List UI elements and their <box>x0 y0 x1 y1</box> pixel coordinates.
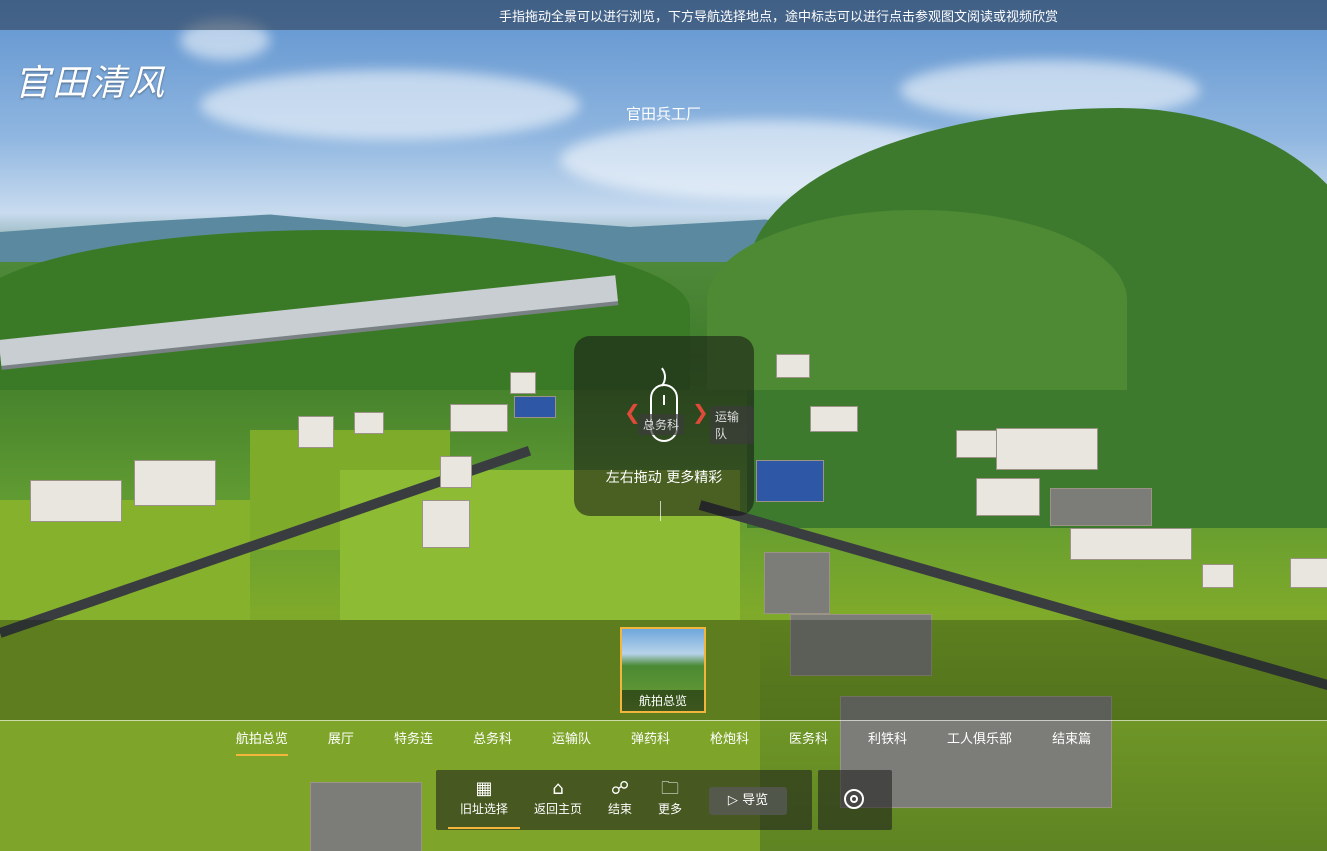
group-tab[interactable]: 利铁科 <box>848 722 927 760</box>
end-button[interactable]: ☍ 结束 <box>608 778 632 817</box>
end-label: 结束 <box>608 802 633 816</box>
group-tab[interactable]: 弹药科 <box>611 722 690 760</box>
hint-text: 左右拖动 更多精彩 <box>605 470 723 486</box>
guide-label: 导览 <box>742 793 769 808</box>
hint-pointer <box>660 501 661 521</box>
home-button[interactable]: ⌂ 返回主页 <box>534 778 582 817</box>
house <box>514 396 556 418</box>
play-circle-icon: ▷ <box>727 793 738 808</box>
divider <box>0 720 1327 721</box>
group-tab[interactable]: 运输队 <box>532 722 611 760</box>
house <box>1050 488 1152 526</box>
group-tab[interactable]: 特务连 <box>374 722 453 760</box>
house <box>996 428 1098 470</box>
bottom-toolbar: ▦ 旧址选择 ⌂ 返回主页 ☍ 结束 🗀 更多 ▷ 导览 <box>436 770 812 830</box>
house <box>764 552 830 614</box>
house <box>450 404 508 432</box>
mountain <box>707 210 1127 390</box>
thumbnail-label: 航拍总览 <box>622 690 704 711</box>
home-icon: ⌂ <box>552 778 564 799</box>
notice-bar: 手指拖动全景可以进行浏览，下方导航选择地点，途中标志可以进行点击参观图文阅读或视… <box>0 0 1327 30</box>
house <box>510 372 536 394</box>
link-icon: ☍ <box>610 778 630 799</box>
drag-hint-overlay: ❮ ❯ 总务科 运输队 左右拖动 更多精彩 <box>574 336 754 521</box>
more-button[interactable]: 🗀 更多 <box>658 778 682 817</box>
house <box>776 354 810 378</box>
group-tab[interactable]: 结束篇 <box>1032 722 1111 760</box>
old-site-label: 旧址选择 <box>460 802 509 816</box>
house <box>354 412 384 434</box>
home-label: 返回主页 <box>534 802 583 816</box>
group-nav: 航拍总览 展厅 特务连 总务科 运输队 弹药科 枪炮科 医务科 利铁科 工人俱乐… <box>0 722 1327 760</box>
group-tab[interactable]: 总务科 <box>453 722 532 760</box>
notice-text: 手指拖动全景可以进行浏览，下方导航选择地点，途中标志可以进行点击参观图文阅读或视… <box>498 9 1058 25</box>
grid-icon: ▦ <box>475 778 493 799</box>
old-site-button[interactable]: ▦ 旧址选择 <box>447 778 521 829</box>
more-label: 更多 <box>658 802 683 816</box>
house <box>756 460 824 502</box>
house <box>134 460 216 506</box>
settings-button[interactable] <box>818 770 892 830</box>
hotspot-tag[interactable]: 总务科 <box>638 414 685 435</box>
house <box>1290 558 1327 588</box>
group-tab[interactable]: 工人俱乐部 <box>927 722 1032 760</box>
group-tab[interactable]: 枪炮科 <box>690 722 769 760</box>
house <box>1070 528 1192 560</box>
hotspot-tag[interactable]: 运输队 <box>710 406 754 444</box>
group-tab[interactable]: 医务科 <box>769 722 848 760</box>
group-tab[interactable]: 航拍总览 <box>216 722 308 760</box>
house <box>956 430 998 458</box>
scene-thumbnail[interactable]: 航拍总览 <box>620 627 706 713</box>
guide-button[interactable]: ▷ 导览 <box>709 787 787 815</box>
chevron-right-icon: ❯ <box>692 400 709 424</box>
house <box>298 416 334 448</box>
gear-icon <box>844 789 864 809</box>
group-tab[interactable]: 展厅 <box>308 722 374 760</box>
house <box>810 406 858 432</box>
folder-icon: 🗀 <box>661 778 679 799</box>
house <box>976 478 1040 516</box>
scene-title: 官田兵工厂 <box>625 105 701 123</box>
house <box>310 782 422 851</box>
house <box>422 500 470 548</box>
house <box>1202 564 1234 588</box>
house <box>30 480 122 522</box>
house <box>440 456 472 488</box>
logo: 官田清风 <box>14 63 167 104</box>
